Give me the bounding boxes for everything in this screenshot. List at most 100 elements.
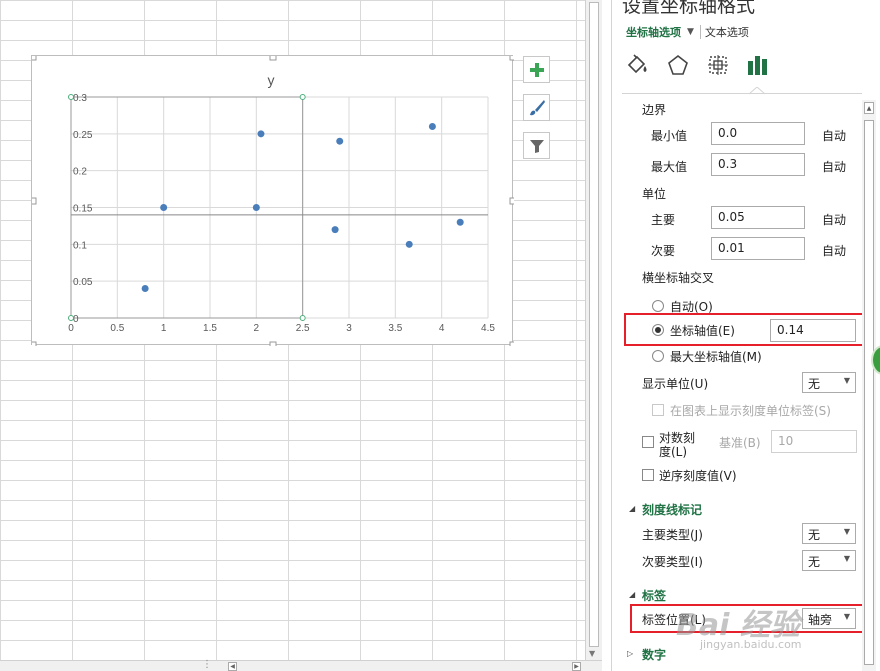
size-properties-icon[interactable] [705, 52, 731, 78]
x-tick-label: 1.5 [203, 323, 217, 334]
data-point [160, 204, 168, 211]
chart-resize-handle [509, 341, 514, 346]
show-units-label-checkbox[interactable] [652, 404, 664, 416]
sheet-vertical-scrollbar[interactable]: ▼ [585, 0, 602, 660]
major-unit-label: 主要 [651, 213, 676, 227]
data-point [336, 137, 344, 145]
major-tick-type-dropdown[interactable]: 无 ▼ [802, 523, 856, 544]
data-point [252, 204, 260, 211]
y-tick-label: 0.25 [73, 130, 93, 141]
show-units-label-text: 在图表上显示刻度单位标签(S) [670, 404, 831, 418]
minor-unit-label: 次要 [651, 244, 676, 258]
data-point [428, 122, 436, 130]
major-unit-auto-button[interactable]: 自动 [822, 211, 846, 228]
y-tick-label: 0.15 [73, 204, 93, 215]
y-tick-label: 0.1 [73, 240, 87, 251]
chart-filters-button[interactable] [523, 132, 550, 159]
effects-pentagon-icon[interactable] [665, 52, 691, 78]
y-tick-label: 0.2 [73, 167, 87, 178]
chevron-down-icon[interactable]: ▼ [687, 27, 694, 37]
pane-scrollbar-thumb[interactable] [864, 120, 874, 665]
y-tick-label: 0.05 [73, 277, 93, 288]
pane-title: 设置坐标轴格式 [622, 0, 756, 17]
pane-scrollbar[interactable]: ▲ [862, 100, 876, 671]
minor-tick-type-dropdown[interactable]: 无 ▼ [802, 550, 856, 571]
scroll-right-arrow-icon[interactable]: ▶ [572, 662, 581, 671]
major-unit-input[interactable]: 0.05 [711, 206, 805, 229]
x-tick-label: 4.5 [481, 323, 495, 334]
sheet-horizontal-scrollbar[interactable]: ⋮ ◀ ▶ [0, 659, 602, 671]
scroll-left-arrow-icon[interactable]: ◀ [228, 662, 237, 671]
x-tick-label: 2 [254, 323, 260, 334]
minor-unit-auto-button[interactable]: 自动 [822, 242, 846, 259]
data-point [141, 285, 149, 293]
reverse-order-checkbox[interactable] [642, 469, 654, 481]
x-tick-label: 2.5 [296, 323, 310, 334]
expand-triangle-icon[interactable]: ▷ [627, 649, 633, 658]
x-tick-label: 3 [346, 323, 352, 334]
maximum-input[interactable]: 0.3 [711, 153, 805, 176]
data-point [257, 130, 265, 138]
crosses-max-radio[interactable] [652, 350, 664, 362]
axis-options-bar-chart-icon[interactable] [744, 52, 770, 78]
fill-line-icon[interactable] [624, 52, 650, 78]
scroll-down-arrow-icon[interactable]: ▼ [589, 649, 595, 658]
units-header: 单位 [642, 187, 667, 201]
filter-icon [529, 139, 544, 153]
plot-area-handle [68, 315, 74, 321]
chart-resize-handle [509, 56, 514, 61]
major-tick-type-label: 主要类型(J) [642, 528, 703, 542]
resize-grip-icon[interactable]: ⋮ [202, 659, 213, 670]
minimum-input[interactable]: 0.0 [711, 122, 805, 145]
x-tick-label: 1 [161, 323, 167, 334]
scatter-chart[interactable]: 0 0.5 1 1.5 2 2.5 3 3.5 4 4.5 0 0.05 0.1 0.15 0.2 0.25… [31, 55, 514, 346]
maximum-label: 最大值 [651, 160, 688, 174]
log-base-input[interactable]: 10 [771, 430, 857, 453]
chevron-down-icon: ▼ [843, 376, 850, 385]
chart-styles-button[interactable] [523, 94, 550, 121]
chart-elements-button[interactable] [523, 56, 550, 83]
chart-resize-handle [269, 56, 277, 61]
pane-divider [622, 93, 862, 94]
data-point [456, 218, 464, 226]
log-scale-checkbox[interactable] [642, 436, 654, 448]
minor-tick-type-value: 无 [808, 555, 821, 569]
minimum-label: 最小值 [651, 129, 688, 143]
highlight-box [624, 313, 867, 346]
tab-text-options[interactable]: 文本选项 [705, 24, 749, 40]
labels-header[interactable]: 标签 [642, 587, 666, 604]
chart-resize-handle [269, 341, 277, 346]
scroll-up-arrow-icon[interactable]: ▲ [864, 102, 874, 114]
y-tick-label: 0.3 [73, 93, 87, 104]
chart-gridlines [70, 96, 489, 319]
minimum-auto-button[interactable]: 自动 [822, 127, 846, 144]
display-units-value: 无 [808, 377, 821, 391]
plot-area-handle [299, 94, 306, 100]
y-tick-labels: 0 0.05 0.1 0.15 0.2 0.25 0.3 [73, 93, 93, 325]
minor-unit-input[interactable]: 0.01 [711, 237, 805, 260]
plot-area-handle [299, 315, 306, 321]
crosses-max-label[interactable]: 最大坐标轴值(M) [670, 348, 762, 365]
number-header[interactable]: 数字 [642, 646, 666, 663]
tab-axis-options[interactable]: 坐标轴选项 [626, 24, 681, 40]
tick-marks-header[interactable]: 刻度线标记 [642, 501, 702, 518]
plot-area-handle [68, 94, 74, 100]
display-units-label: 显示单位(U) [642, 377, 709, 391]
x-tick-labels: 0 0.5 1 1.5 2 2.5 3 3.5 4 4.5 [68, 323, 495, 334]
crosses-auto-radio[interactable] [652, 300, 664, 312]
chart-title[interactable]: y [268, 72, 275, 88]
maximum-auto-button[interactable]: 自动 [822, 158, 846, 175]
collapse-triangle-icon[interactable]: ◢ [629, 590, 635, 599]
display-units-dropdown[interactable]: 无 ▼ [802, 372, 856, 393]
chevron-down-icon: ▼ [843, 527, 850, 536]
x-tick-label: 3.5 [388, 323, 402, 334]
x-tick-label: 4 [439, 323, 445, 334]
collapse-triangle-icon[interactable]: ◢ [629, 504, 635, 513]
chart-resize-handle [509, 197, 514, 205]
scrollbar-thumb[interactable] [589, 2, 599, 647]
bounds-header: 边界 [642, 103, 667, 117]
plus-icon [529, 62, 544, 77]
major-tick-type-value: 无 [808, 528, 821, 542]
data-point [405, 240, 413, 248]
reverse-order-label: 逆序刻度值(V) [659, 469, 737, 483]
